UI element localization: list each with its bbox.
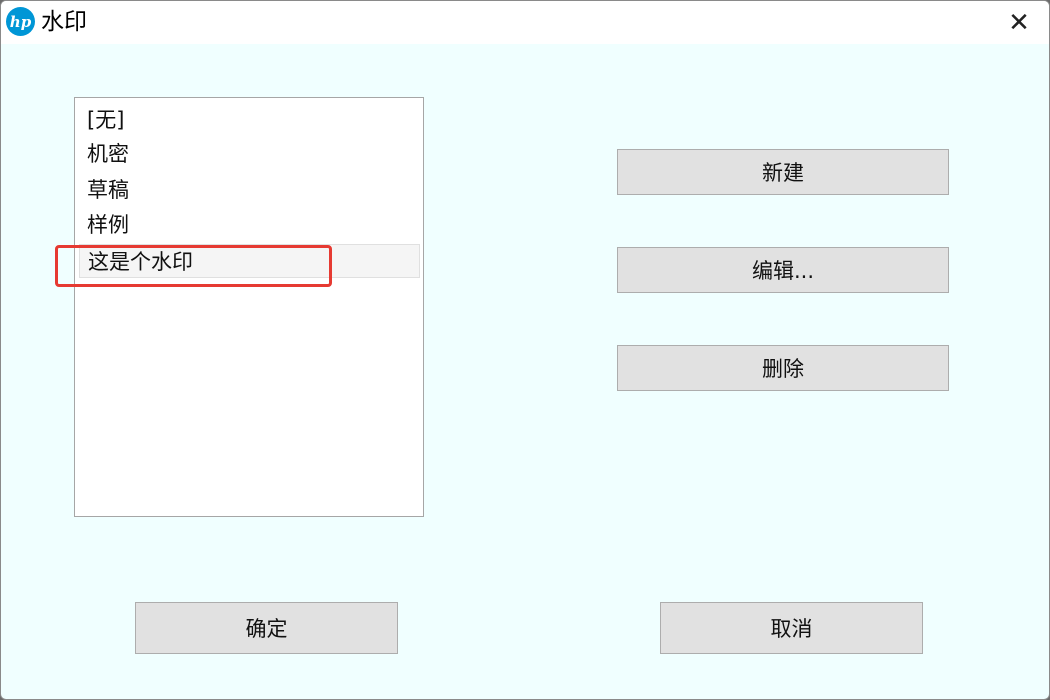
list-item[interactable]: 机密 (79, 137, 420, 171)
ok-button[interactable]: 确定 (135, 602, 398, 654)
list-item[interactable]: 草稿 (79, 173, 420, 207)
window-title: 水印 (41, 9, 87, 35)
watermark-dialog: hp 水印 ✕ [无] 机密 草稿 样例 这是个水印 新建 编辑... 删除 确… (0, 0, 1050, 700)
list-item[interactable]: 样例 (79, 208, 420, 242)
edit-button[interactable]: 编辑... (617, 247, 949, 293)
title-bar[interactable]: hp 水印 ✕ (1, 1, 1049, 44)
new-button[interactable]: 新建 (617, 149, 949, 195)
hp-logo-icon: hp (6, 7, 35, 36)
list-item[interactable]: [无] (79, 103, 420, 137)
svg-text:hp: hp (10, 13, 32, 31)
cancel-button[interactable]: 取消 (660, 602, 923, 654)
watermark-listbox[interactable]: [无] 机密 草稿 样例 这是个水印 (74, 97, 424, 517)
list-item-selected[interactable]: 这是个水印 (79, 244, 420, 278)
close-button[interactable]: ✕ (989, 1, 1049, 44)
close-icon: ✕ (1008, 7, 1030, 38)
delete-button[interactable]: 删除 (617, 345, 949, 391)
